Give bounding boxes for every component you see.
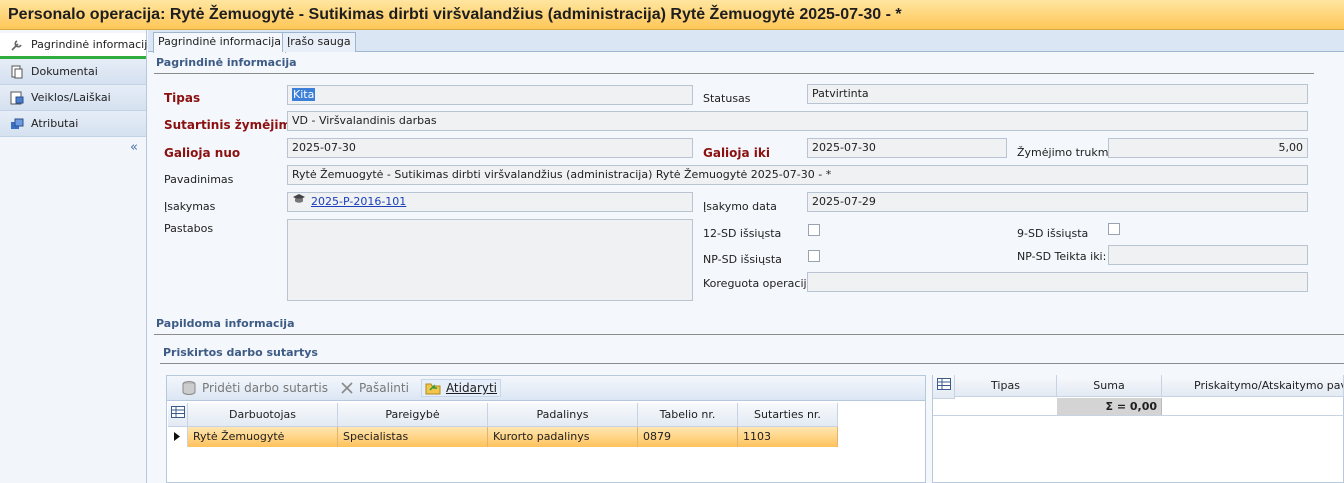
column-header-type[interactable]: Tipas — [955, 375, 1057, 397]
type-value: Kita — [292, 88, 316, 101]
sum-total: Σ = 0,00 — [1057, 398, 1162, 415]
column-header-sum[interactable]: Suma — [1057, 375, 1162, 397]
cell-employee[interactable]: Rytė Žemuogytė — [188, 427, 338, 447]
attributes-icon — [10, 117, 24, 131]
duration-label: Žymėjimo trukmė — [1017, 146, 1116, 159]
notes-textarea[interactable] — [287, 219, 693, 301]
order-date-field[interactable]: 2025-07-29 — [807, 192, 1308, 212]
divider — [154, 334, 1344, 335]
status-label: Statusas — [703, 92, 751, 105]
add-contracts-label: Pridėti darbo sutartis — [202, 381, 328, 395]
sidebar-item-label: Pagrindinė informacija — [31, 38, 155, 51]
contract-marking-field[interactable]: VD - Viršvalandinis darbas — [287, 111, 1308, 131]
order-link[interactable]: 2025-P-2016-101 — [311, 195, 406, 208]
corrected-operation-label: Koreguota operacija — [703, 277, 814, 290]
column-header-timesheet-no[interactable]: Tabelio nr. — [638, 403, 738, 427]
column-header-employee[interactable]: Darbuotojas — [188, 403, 338, 427]
name-label: Pavadinimas — [164, 173, 234, 186]
sidebar-item-attributes[interactable]: Atributai — [0, 111, 146, 137]
document-icon — [10, 65, 24, 79]
sidebar: Pagrindinė informacija Dokumentai Veiklo… — [0, 30, 154, 483]
column-header-department[interactable]: Padalinys — [488, 403, 638, 427]
valid-from-field[interactable]: 2025-07-30 — [287, 138, 693, 158]
row-indicator-icon — [168, 427, 188, 447]
remove-x-icon — [340, 381, 354, 395]
valid-to-label: Galioja iki — [703, 146, 771, 160]
section-title-extra-info: Papildoma informacija — [156, 317, 295, 330]
notes-label: Pastabos — [164, 222, 214, 235]
column-header-contract-no[interactable]: Sutarties nr. — [738, 403, 838, 427]
npsd-deadline-label: NP-SD Teikta iki: — [1017, 250, 1107, 263]
divider — [160, 363, 1344, 364]
cell-contract-no[interactable]: 1103 — [738, 427, 838, 447]
sidebar-item-basic-info[interactable]: Pagrindinė informacija — [0, 33, 154, 59]
summary-grid-options-button[interactable] — [933, 375, 955, 399]
section-title-contracts: Priskirtos darbo sutartys — [163, 346, 318, 359]
contracts-toolbar: Pridėti darbo sutartis Pašalinti Atidary… — [166, 375, 926, 401]
remove-button[interactable]: Pašalinti — [340, 381, 409, 395]
sd9-checkbox[interactable] — [1108, 223, 1120, 235]
sidebar-collapse-button[interactable]: « — [130, 140, 138, 155]
sidebar-item-activities[interactable]: Veiklos/Laiškai — [0, 85, 146, 111]
sidebar-item-label: Veiklos/Laiškai — [31, 91, 111, 104]
tab-strip: Pagrindinė informacija Įrašo sauga — [148, 30, 1344, 53]
divider — [154, 73, 1314, 74]
order-date-label: Įsakymo data — [703, 200, 777, 213]
database-add-icon — [181, 380, 197, 396]
column-header-position[interactable]: Pareigybė — [338, 403, 488, 427]
activity-mail-icon — [10, 91, 24, 105]
valid-from-label: Galioja nuo — [164, 146, 241, 160]
open-button[interactable]: Atidaryti — [420, 379, 502, 397]
cell-timesheet-no[interactable]: 0879 — [638, 427, 738, 447]
add-contracts-button[interactable]: Pridėti darbo sutartis — [181, 380, 328, 396]
tab-record-security[interactable]: Įrašo sauga — [282, 32, 356, 52]
sidebar-item-label: Atributai — [31, 117, 79, 130]
name-field[interactable]: Rytė Žemuogytė - Sutikimas dirbti viršva… — [287, 165, 1308, 185]
corrected-operation-field[interactable] — [807, 272, 1308, 292]
npsd-label: NP-SD išsiųsta — [703, 253, 782, 266]
window-title: Personalo operacija: Rytė Žemuogytė - Su… — [0, 0, 1344, 30]
table-icon — [170, 406, 185, 421]
remove-label: Pašalinti — [358, 381, 409, 395]
wrench-icon — [10, 38, 24, 52]
sd12-label: 12-SD išsiųsta — [703, 227, 782, 240]
status-field[interactable]: Patvirtinta — [807, 84, 1308, 104]
sidebar-item-documents[interactable]: Dokumentai — [0, 59, 146, 85]
sd9-label: 9-SD išsiųsta — [1017, 227, 1089, 240]
column-header-charge-name[interactable]: Priskaitymo/Atskaitymo pavad — [1162, 375, 1344, 397]
order-label: Įsakymas — [164, 200, 216, 213]
table-icon — [936, 378, 951, 393]
npsd-checkbox[interactable] — [808, 250, 820, 262]
sd12-checkbox[interactable] — [808, 224, 820, 236]
sidebar-item-label: Dokumentai — [31, 65, 98, 78]
cell-position[interactable]: Specialistas — [338, 427, 488, 447]
npsd-deadline-field[interactable] — [1108, 245, 1308, 265]
cell-department[interactable]: Kurorto padalinys — [488, 427, 638, 447]
valid-to-field[interactable]: 2025-07-30 — [807, 138, 1007, 158]
grid-options-button[interactable] — [168, 403, 188, 427]
duration-field[interactable]: 5,00 — [1108, 138, 1308, 158]
open-folder-icon — [425, 381, 441, 395]
open-label: Atidaryti — [445, 381, 498, 395]
tab-basic-info[interactable]: Pagrindinė informacija — [153, 32, 287, 53]
section-title-basic-info: Pagrindinė informacija — [156, 56, 297, 69]
divider — [933, 415, 1344, 416]
type-label: Tipas — [164, 91, 201, 105]
order-field[interactable]: 2025-P-2016-101 — [287, 192, 693, 212]
type-field[interactable]: Kita — [287, 85, 693, 105]
graduation-cap-icon — [292, 193, 306, 211]
contract-marking-label: Sutartinis žymėjimas — [164, 118, 307, 132]
